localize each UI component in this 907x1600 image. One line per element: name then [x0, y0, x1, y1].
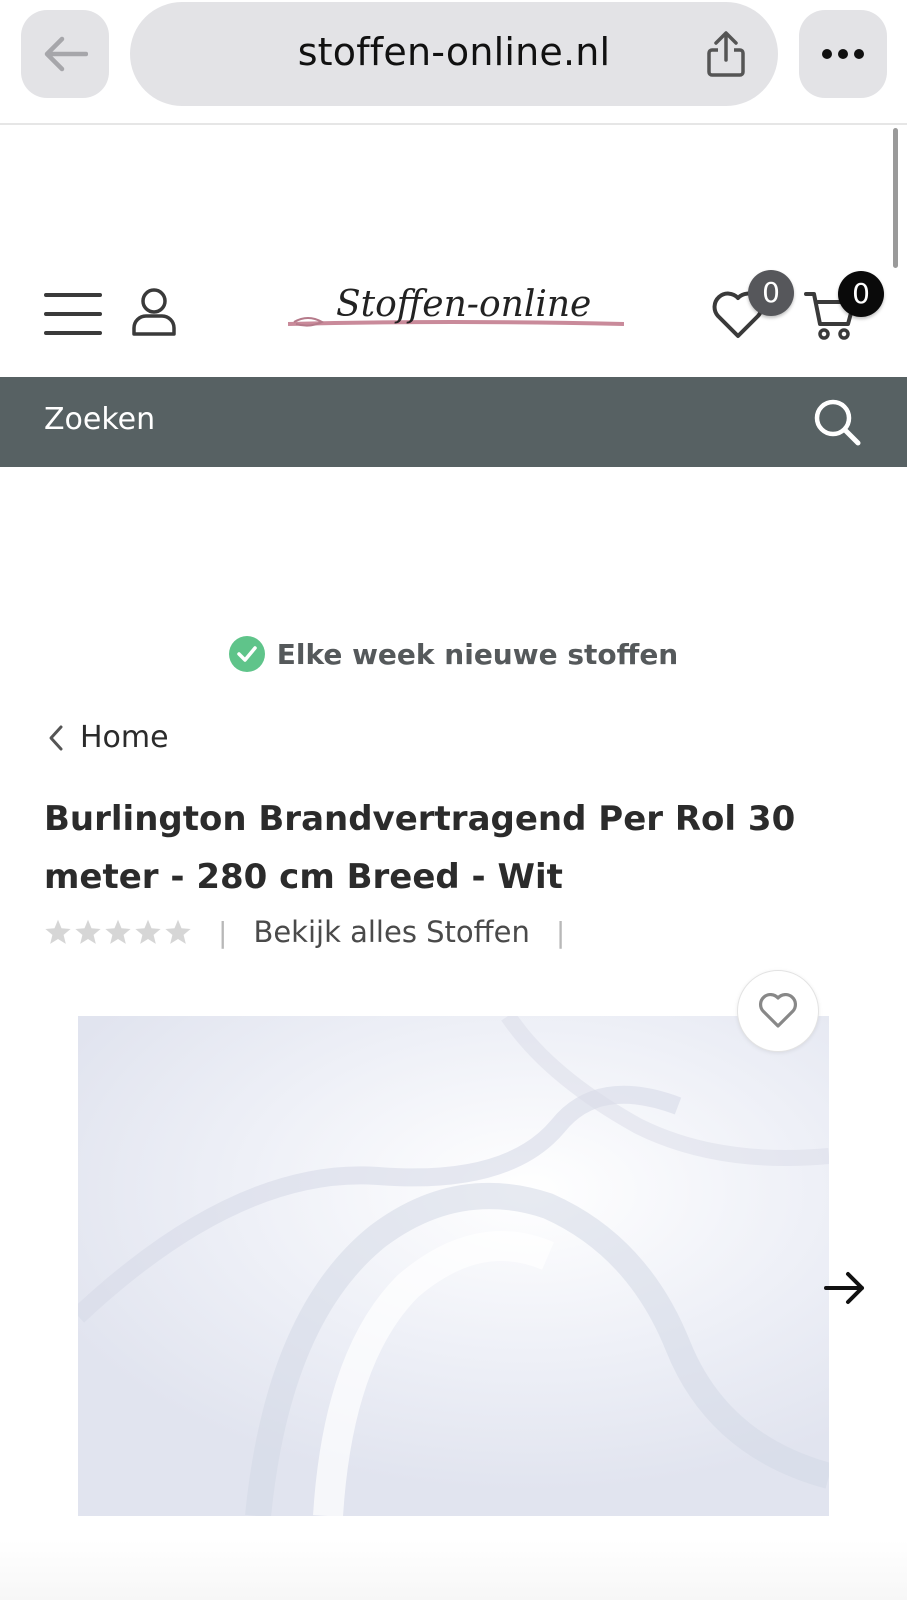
star-icon: [45, 919, 71, 944]
product-title: Burlington Brandvertragend Per Rol 30 me…: [44, 799, 796, 897]
add-to-wishlist-button[interactable]: [737, 970, 819, 1052]
heart-icon: [759, 993, 797, 1028]
page-bottom-area: [0, 1540, 907, 1600]
breadcrumb-home-link[interactable]: Home: [80, 720, 169, 755]
arrow-left-icon: [44, 36, 88, 72]
view-all-fabrics-link[interactable]: Bekijk alles Stoffen: [253, 915, 529, 949]
wishlist-count-badge: 0: [748, 270, 794, 316]
browser-toolbar: stoffen-online.nl: [0, 0, 907, 125]
site-logo[interactable]: Stoffen-online: [287, 280, 625, 340]
hamburger-menu-icon[interactable]: [44, 292, 102, 336]
star-icon: [75, 919, 101, 944]
check-circle-icon: [228, 636, 265, 672]
stoffen-online-logo: Stoffen-online: [287, 284, 625, 327]
more-dots-icon: [822, 49, 864, 59]
rating-stars[interactable]: [44, 918, 192, 946]
wishlist-button[interactable]: 0: [712, 268, 796, 348]
search-input[interactable]: Zoeken: [44, 402, 155, 437]
star-icon: [165, 919, 191, 944]
share-icon[interactable]: [704, 30, 748, 78]
cart-count-badge: 0: [838, 271, 884, 317]
search-bar[interactable]: Zoeken: [0, 377, 907, 467]
product-image[interactable]: [78, 1016, 829, 1516]
separator: |: [555, 915, 566, 949]
separator: |: [218, 915, 228, 949]
star-icon: [135, 919, 161, 944]
browser-back-button[interactable]: [21, 10, 109, 98]
rating-row: | Bekijk alles Stoffen |: [44, 915, 591, 949]
user-account-icon[interactable]: [131, 288, 177, 336]
url-text: stoffen-online.nl: [297, 30, 611, 74]
svg-text:Stoffen-online: Stoffen-online: [336, 284, 591, 325]
arrow-right-icon[interactable]: [822, 1266, 866, 1310]
usp-banner: Elke week nieuwe stoffen: [0, 636, 907, 676]
search-icon[interactable]: [812, 397, 862, 447]
chevron-left-icon: [49, 725, 63, 750]
usp-text: Elke week nieuwe stoffen: [276, 637, 679, 671]
browser-more-button[interactable]: [799, 10, 887, 98]
fabric-folds-illustration: [78, 1016, 829, 1516]
breadcrumb[interactable]: Home: [44, 720, 169, 755]
cart-button[interactable]: 0: [804, 268, 898, 348]
address-bar[interactable]: stoffen-online.nl: [130, 2, 778, 106]
site-header: Stoffen-online 0 0: [0, 240, 907, 380]
star-icon: [105, 919, 131, 944]
